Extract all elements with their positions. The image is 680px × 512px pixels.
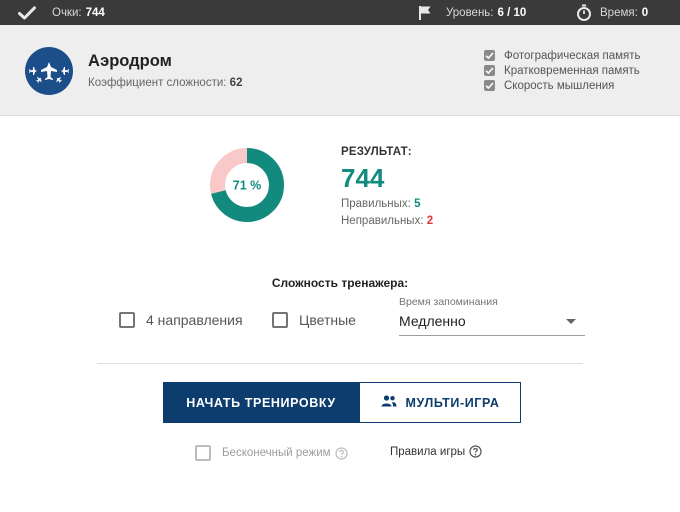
time-value: 0 (641, 6, 649, 19)
colored-checkbox[interactable]: Цветные (272, 312, 356, 328)
wrong-count: Неправильных: 2 (341, 215, 433, 227)
difficulty-title: Сложность тренажера: (271, 276, 409, 290)
question-circle-icon[interactable] (334, 446, 348, 460)
difficulty-coefficient: Коэффициент сложности: 62 (88, 77, 242, 89)
checkbox-checked-icon (484, 50, 495, 61)
skill-label: Скорость мышления (504, 79, 615, 92)
coefficient-value: 62 (229, 77, 243, 89)
skill-item: Фотографическая память (484, 48, 641, 63)
checkbox-unchecked-icon[interactable] (195, 445, 211, 461)
score-indicator: Очки: 744 (18, 0, 105, 25)
game-rules-link[interactable]: Правила игры (390, 445, 482, 458)
people-icon (381, 395, 406, 410)
endless-mode-checkbox[interactable]: Бесконечный режим (195, 445, 348, 461)
skill-item: Скорость мышления (484, 78, 641, 93)
wrong-value: 2 (426, 215, 434, 227)
game-rules-label: Правила игры (390, 445, 466, 458)
question-circle-icon[interactable] (469, 445, 482, 458)
score-value: 744 (85, 6, 105, 19)
section-divider (97, 363, 583, 364)
level-value: 6 / 10 (497, 6, 527, 19)
checkbox-unchecked-icon[interactable] (119, 312, 135, 328)
flag-icon (418, 5, 432, 21)
checkbox-checked-icon (484, 80, 495, 91)
directions-checkbox[interactable]: 4 направления (119, 312, 243, 328)
checkmark-icon (18, 5, 36, 20)
top-status-bar: Очки: 744 Уровень: 6 / 10 Время: 0 (0, 0, 680, 25)
multi-game-button[interactable]: МУЛЬТИ-ИГРА (359, 382, 521, 423)
colored-label: Цветные (299, 312, 356, 328)
game-title: Аэродром (88, 52, 172, 70)
memorize-time-label: Время запоминания (399, 296, 498, 308)
game-header: Аэродром Коэффициент сложности: 62 Фотог… (0, 25, 680, 116)
skill-label: Фотографическая память (504, 49, 641, 62)
multi-game-label: МУЛЬТИ-ИГРА (405, 395, 500, 410)
result-donut: 71 % (210, 148, 284, 222)
level-indicator: Уровень: 6 / 10 (418, 0, 526, 25)
endless-mode-label: Бесконечный режим (222, 447, 331, 459)
skill-label: Кратковременная память (504, 64, 640, 77)
dropdown-arrow-icon[interactable] (566, 319, 576, 324)
coefficient-label: Коэффициент сложности: (88, 77, 227, 89)
donut-percent-label: 71 % (233, 179, 262, 193)
airplane-icon (29, 62, 69, 84)
correct-value: 5 (414, 198, 421, 210)
game-avatar (25, 47, 73, 95)
correct-label: Правильных: (341, 198, 411, 210)
start-training-button[interactable]: НАЧАТЬ ТРЕНИРОВКУ (163, 382, 359, 423)
time-label: Время: (600, 6, 638, 19)
score-label: Очки: (52, 6, 82, 19)
correct-count: Правильных: 5 (341, 198, 420, 210)
memorize-time-select[interactable]: Медленно (399, 309, 585, 336)
skills-list: Фотографическая память Кратковременная п… (484, 48, 641, 93)
result-score: 744 (341, 163, 385, 193)
skill-item: Кратковременная память (484, 63, 641, 78)
result-label: РЕЗУЛЬТАТ: (341, 146, 412, 158)
wrong-label: Неправильных: (341, 215, 424, 227)
time-indicator: Время: 0 (576, 0, 648, 25)
level-label: Уровень: (446, 6, 494, 19)
checkbox-unchecked-icon[interactable] (272, 312, 288, 328)
checkbox-checked-icon (484, 65, 495, 76)
directions-label: 4 направления (146, 312, 243, 328)
memorize-time-value: Медленно (399, 313, 466, 329)
stopwatch-icon (576, 4, 592, 21)
